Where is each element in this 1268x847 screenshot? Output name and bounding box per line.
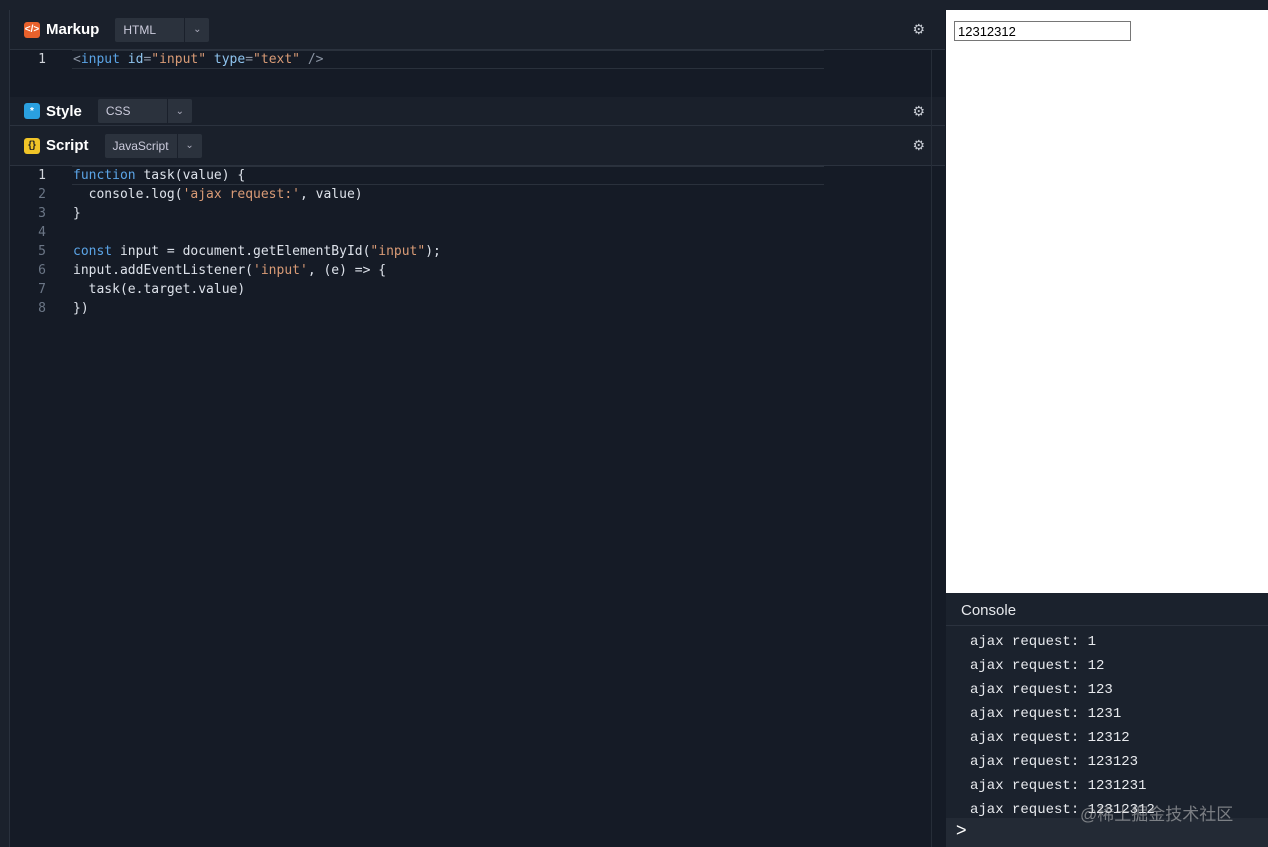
- script-language-select[interactable]: JavaScript ⌄: [104, 133, 202, 158]
- code-token: "input": [370, 244, 426, 259]
- line-text: function task(value) {: [50, 166, 245, 185]
- top-bar: [0, 0, 1268, 10]
- markup-code-editor[interactable]: 1 <input id="input" type="text" />: [10, 50, 930, 69]
- code-token: , value): [299, 187, 363, 202]
- line-number: 4: [38, 225, 46, 240]
- code-token: input.addEventListener(: [73, 263, 254, 278]
- line-number: 8: [38, 301, 46, 316]
- preview-text-input[interactable]: [954, 21, 1131, 41]
- line-text: }): [50, 299, 89, 318]
- line-text: }: [50, 204, 81, 223]
- code-token: input = document.getElementById(: [112, 244, 371, 259]
- line-text: [50, 223, 73, 242]
- code-line: 2 console.log('ajax request:', value): [10, 185, 930, 204]
- line-number: 6: [38, 263, 46, 278]
- chevron-down-icon[interactable]: ⌄: [178, 140, 202, 151]
- console-log-line: ajax request: 1231: [970, 706, 1122, 722]
- code-line: 5 const input = document.getElementById("…: [10, 242, 930, 261]
- style-language-select[interactable]: CSS ⌄: [97, 99, 192, 123]
- line-number: 7: [38, 282, 46, 297]
- script-code-editor[interactable]: 1 function task(value) {2 console.log('aj…: [10, 166, 930, 318]
- chevron-down-icon[interactable]: ⌄: [185, 24, 209, 35]
- editor-column: </> Markup HTML ⌄ ⚙ 1 <input id = "input" t…: [10, 10, 945, 847]
- code-token: task(e.target.value): [73, 282, 246, 297]
- code-token: );: [425, 244, 441, 259]
- script-title: Script: [46, 137, 89, 154]
- code-token: id: [127, 52, 144, 67]
- line-text: const input = document.getElementById("i…: [50, 242, 441, 261]
- line-text: <input id="input" type="text" />: [50, 50, 324, 69]
- markup-icon: </>: [24, 21, 40, 38]
- code-token: 'input': [253, 263, 308, 278]
- watermark: @稀土掘金技术社区: [1080, 805, 1234, 824]
- style-panel-header[interactable]: * Style CSS ⌄ ⚙: [10, 97, 945, 126]
- code-token: =: [245, 52, 254, 67]
- code-token: input: [80, 52, 120, 67]
- markup-title: Markup: [46, 21, 100, 38]
- style-language-label: CSS: [98, 99, 168, 123]
- console-log-line: ajax request: 1: [970, 634, 1097, 650]
- left-gutter: [0, 10, 10, 847]
- line-text: task(e.target.value): [50, 280, 246, 299]
- console-output: ajax request: 1 ajax request: 12 ajax requ…: [946, 626, 1268, 822]
- console-log-line: ajax request: 12: [970, 658, 1105, 674]
- line-number: 5: [38, 244, 46, 259]
- script-icon: {}: [24, 137, 40, 154]
- prompt-chevron-icon: >: [956, 820, 967, 840]
- line-number: 1: [38, 168, 46, 183]
- code-token: }: [73, 206, 81, 221]
- editor-scrollbar[interactable]: [931, 50, 945, 847]
- code-token: }): [73, 301, 89, 316]
- code-token: "input": [151, 52, 207, 67]
- code-line: 6 input.addEventListener('input', (e) => …: [10, 261, 930, 280]
- script-settings-gear-icon[interactable]: ⚙: [912, 137, 925, 154]
- code-token: task(value) {: [135, 168, 246, 183]
- style-icon: *: [24, 103, 40, 119]
- code-token: function: [73, 168, 136, 183]
- line-number: 2: [38, 187, 46, 202]
- console-log-line: ajax request: 12312: [970, 730, 1130, 746]
- style-settings-gear-icon[interactable]: ⚙: [912, 103, 925, 120]
- line-text: console.log('ajax request:', value): [50, 185, 363, 204]
- code-line: 1 function task(value) {: [10, 166, 930, 185]
- code-token: const: [73, 244, 113, 259]
- markup-panel-header[interactable]: </> Markup HTML ⌄ ⚙: [10, 10, 945, 50]
- console-log-line: ajax request: 123123: [970, 754, 1139, 770]
- code-token: 'ajax request:': [182, 187, 300, 202]
- console-log-line: ajax request: 1231231: [970, 778, 1147, 794]
- markup-settings-gear-icon[interactable]: ⚙: [912, 21, 925, 38]
- chevron-down-icon[interactable]: ⌄: [168, 106, 192, 117]
- code-token: />: [307, 52, 324, 67]
- code-line: 3}: [10, 204, 930, 223]
- preview-pane: [946, 10, 1268, 593]
- line-number: 1: [38, 52, 46, 67]
- code-line: 8}): [10, 299, 930, 318]
- script-panel-header[interactable]: {} Script JavaScript ⌄ ⚙: [10, 126, 945, 166]
- line-text: input.addEventListener('input', (e) => {: [50, 261, 386, 280]
- script-language-label: JavaScript: [105, 133, 178, 158]
- code-line: 4: [10, 223, 930, 242]
- line-number: 3: [38, 206, 46, 221]
- console-title: Console: [946, 593, 1268, 626]
- code-line: 7 task(e.target.value): [10, 280, 930, 299]
- markup-language-select[interactable]: HTML ⌄: [115, 17, 210, 42]
- code-token: console.log(: [73, 187, 183, 202]
- markup-language-label: HTML: [115, 17, 186, 42]
- console-log-line: ajax request: 123: [970, 682, 1113, 698]
- style-title: Style: [46, 102, 82, 120]
- code-line: 1 <input id="input" type="text" />: [10, 50, 930, 69]
- code-token: type: [213, 52, 246, 67]
- code-token: <: [73, 52, 81, 67]
- code-token: , (e) => {: [307, 263, 387, 278]
- code-token: "text": [253, 52, 301, 67]
